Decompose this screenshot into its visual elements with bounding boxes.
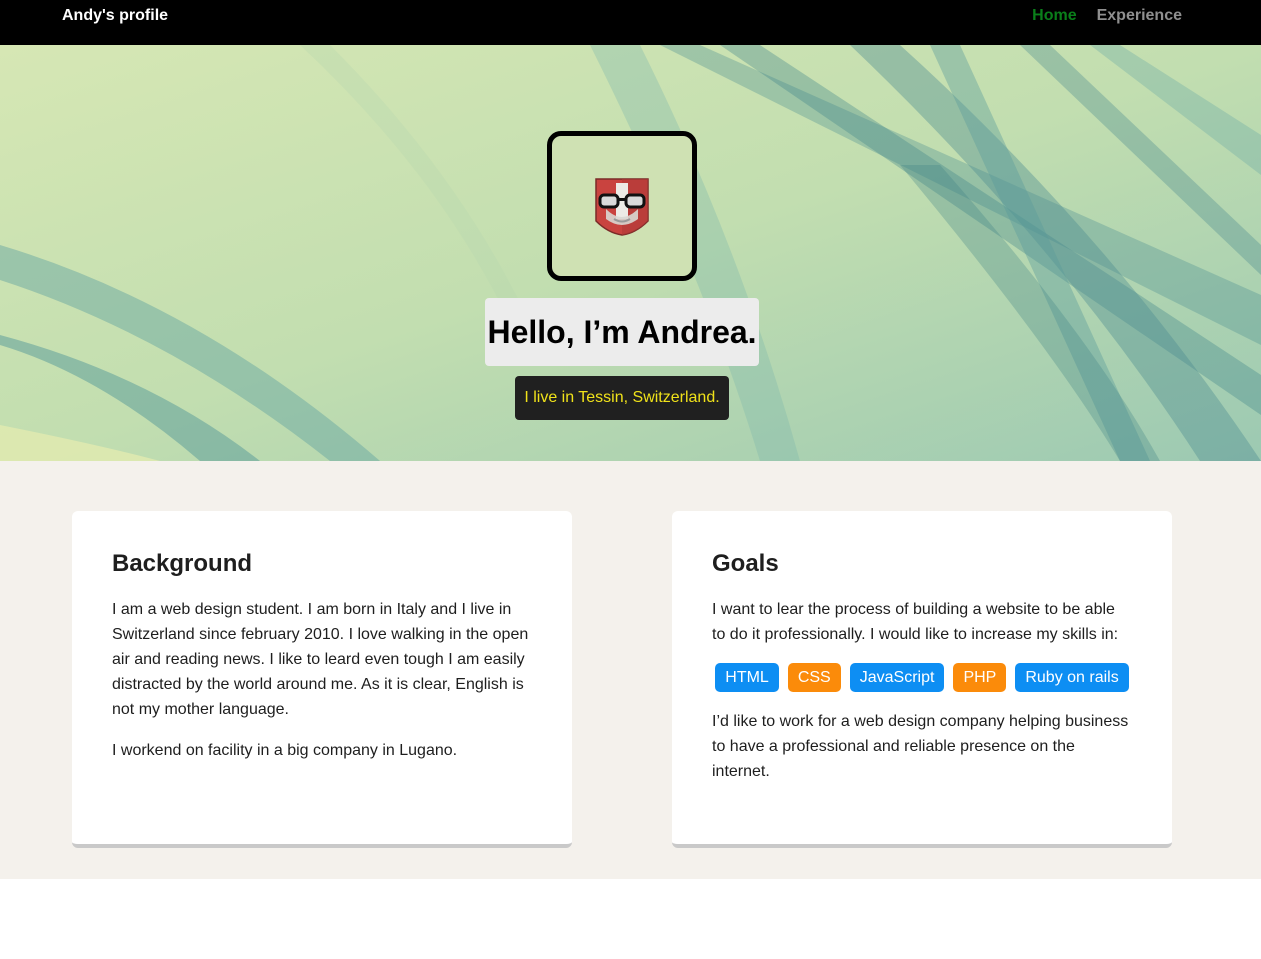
top-navbar: Andy's profile Home Experience — [0, 0, 1261, 45]
goals-heading: Goals — [712, 550, 779, 577]
swiss-shield-glasses-icon — [595, 178, 649, 236]
skill-badge-css[interactable]: CSS — [787, 663, 841, 692]
background-card: Background I am a web design student. I … — [72, 511, 572, 848]
content-section: Background I am a web design student. I … — [0, 461, 1261, 879]
goals-intro: I want to lear the process of building a… — [712, 601, 1119, 643]
hero-title: Hello, I’m Andrea. — [485, 298, 759, 366]
background-heading: Background — [112, 550, 253, 577]
brand-link[interactable]: Andy's profile — [62, 6, 168, 26]
background-paragraph-1: I am a web design student. I am born in … — [112, 601, 529, 718]
skill-badge-ruby-on-rails[interactable]: Ruby on rails — [1015, 663, 1129, 692]
goals-card: Goals I want to lear the process of buil… — [672, 511, 1172, 848]
hero-banner: Hello, I’m Andrea. I live in Tessin, Swi… — [0, 45, 1261, 461]
hero-subtitle: I live in Tessin, Switzerland. — [515, 376, 729, 420]
skills-list: HTML CSS JavaScript PHP Ruby on rails — [712, 663, 1132, 692]
background-paragraph-2: I workend on facility in a big company i… — [112, 742, 458, 759]
skill-badge-javascript[interactable]: JavaScript — [849, 663, 945, 692]
nav-links: Home Experience — [1032, 6, 1182, 26]
goals-outro: I’d like to work for a web design compan… — [712, 713, 1129, 780]
skill-badge-php[interactable]: PHP — [953, 663, 1007, 692]
nav-link-experience[interactable]: Experience — [1097, 6, 1182, 26]
skill-badge-html[interactable]: HTML — [715, 663, 779, 692]
profile-avatar-frame — [547, 131, 697, 281]
nav-link-home[interactable]: Home — [1032, 6, 1076, 26]
